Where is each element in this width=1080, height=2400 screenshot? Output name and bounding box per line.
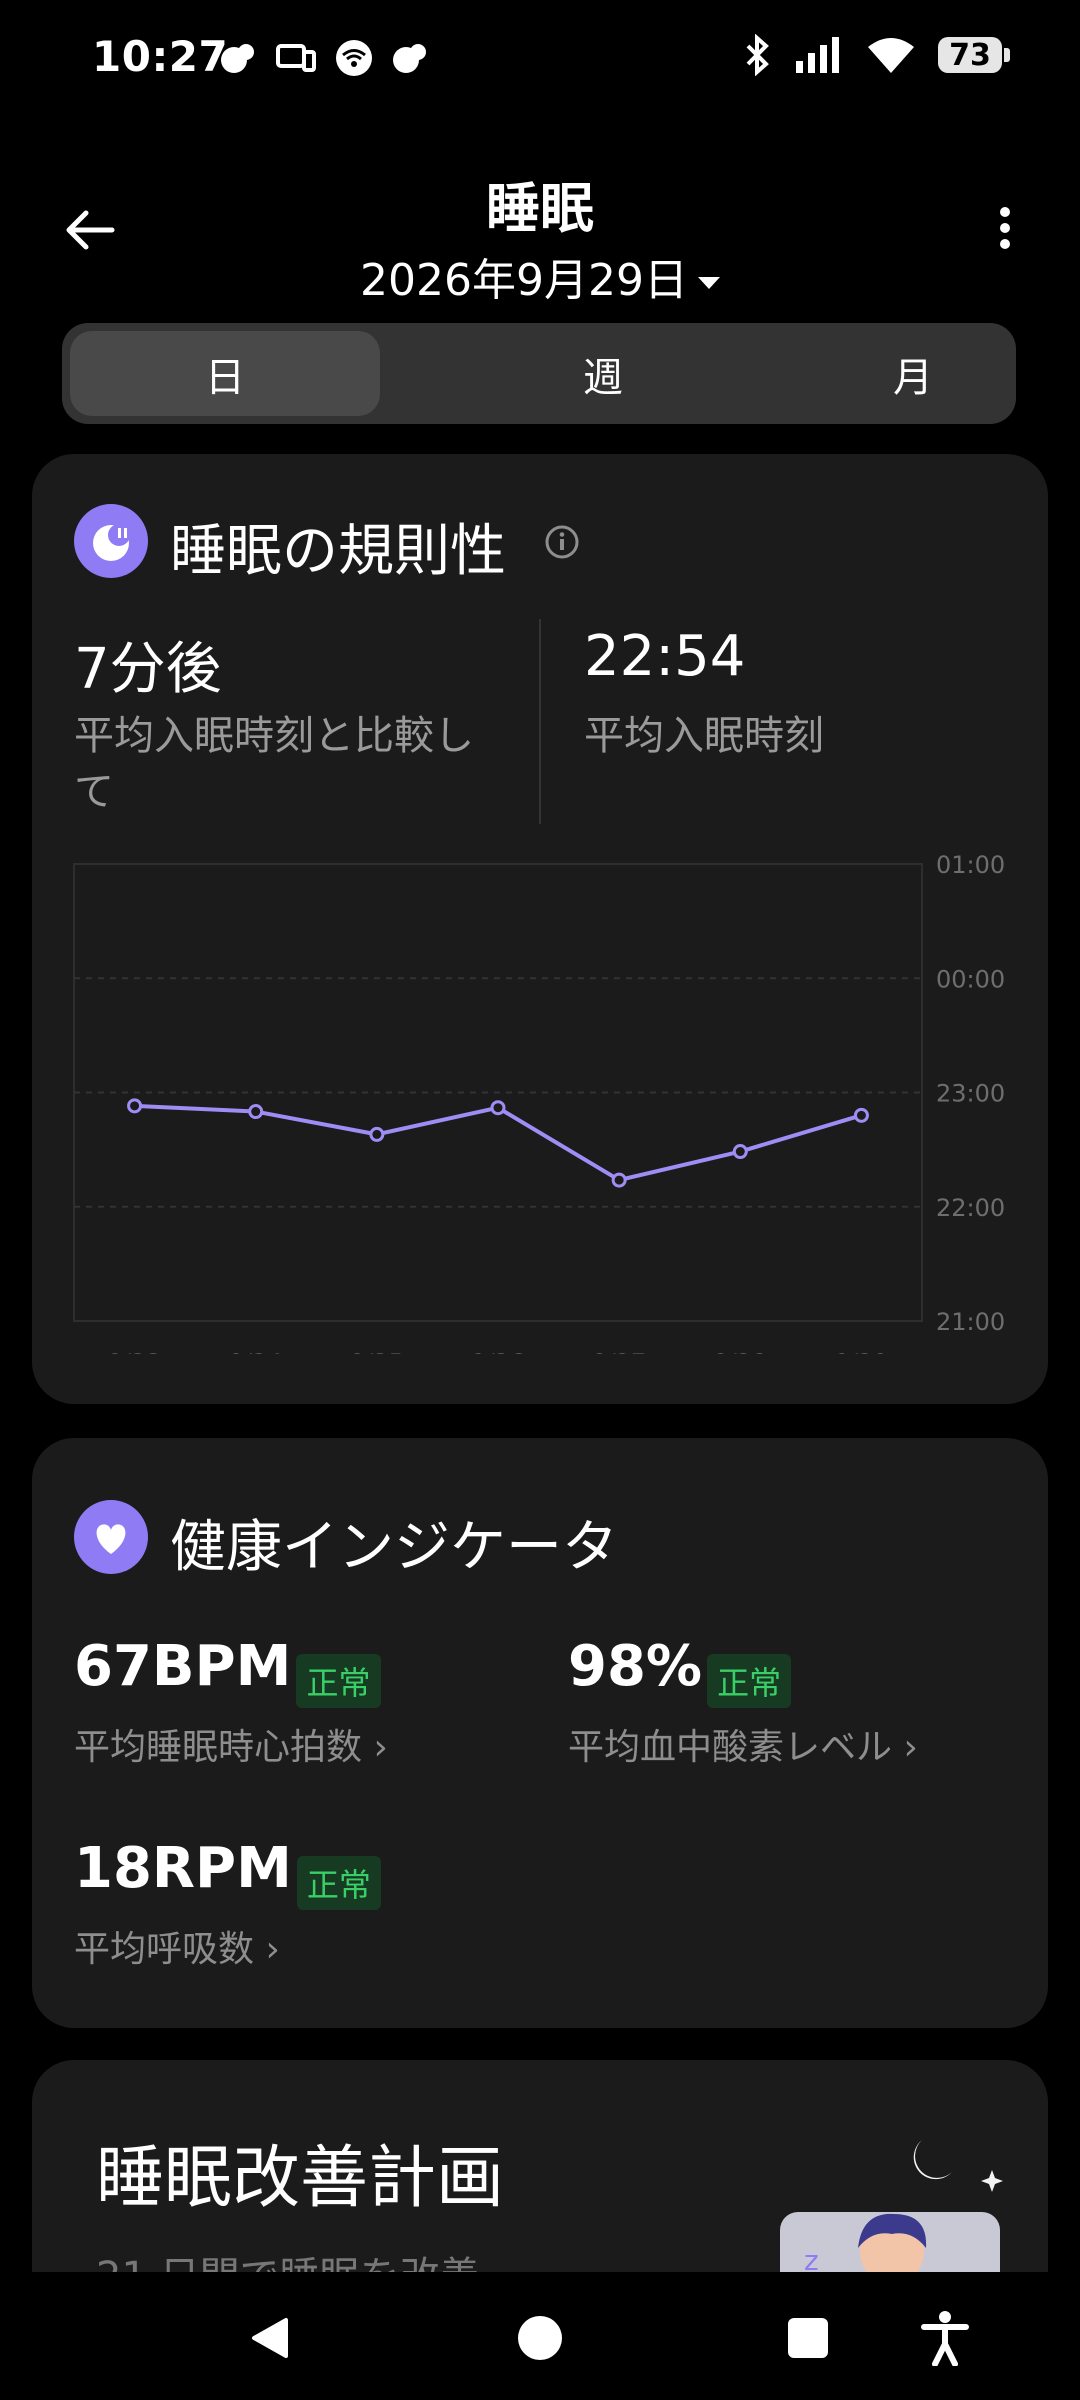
average-bedtime-value: 22:54 bbox=[584, 624, 746, 689]
sleeping-person-illustration: z bbox=[780, 2140, 1003, 2272]
data-point bbox=[369, 1126, 385, 1142]
nav-back-icon[interactable] bbox=[246, 2314, 294, 2362]
chevron-right-icon: › bbox=[254, 1928, 280, 1970]
respiration-metric[interactable]: 18RPM 正常 平均呼吸数 › bbox=[74, 1836, 381, 1972]
x-tick-label: 9/28 bbox=[713, 1349, 767, 1354]
blood-oxygen-value: 98% bbox=[568, 1634, 703, 1699]
y-tick-label: 23:00 bbox=[936, 1080, 1005, 1108]
health-icon bbox=[74, 1500, 148, 1574]
x-tick-label: 9/26 bbox=[471, 1349, 525, 1354]
signal-icon bbox=[796, 37, 839, 73]
regularity-title: 睡眠の規則性 bbox=[170, 519, 506, 584]
system-navigation-bar bbox=[0, 2272, 1080, 2400]
status-time: 10:27 bbox=[92, 32, 229, 81]
chevron-right-icon: › bbox=[362, 1726, 388, 1768]
wifi-icon bbox=[868, 38, 914, 73]
sleep-plan-subtitle: 21 日間で睡眠を改善 bbox=[96, 2244, 480, 2272]
cast-device-icon bbox=[276, 44, 316, 72]
x-tick-label: 9/23 bbox=[108, 1349, 162, 1354]
battery-indicator: 73 bbox=[938, 37, 1010, 73]
notification-app-icon bbox=[221, 44, 254, 73]
series-line bbox=[134, 1103, 863, 1183]
status-system-icons: 73 bbox=[742, 34, 1010, 76]
data-point bbox=[248, 1104, 264, 1120]
chevron-right-icon: › bbox=[892, 1726, 918, 1768]
info-icon[interactable] bbox=[544, 524, 580, 560]
y-tick-label: 22:00 bbox=[936, 1194, 1005, 1222]
heart-icon bbox=[96, 1524, 126, 1554]
health-indicators-card[interactable]: 健康インジケータ 67BPM 正常 平均睡眠時心拍数 › 98% 正常 平均血中… bbox=[32, 1438, 1048, 2028]
moon-clock-icon bbox=[93, 524, 130, 561]
accessibility-icon[interactable] bbox=[920, 2310, 970, 2366]
date-selector[interactable]: 2026年9月29日 bbox=[0, 244, 1080, 308]
svg-text:z: z bbox=[804, 2244, 819, 2272]
blood-oxygen-status-badge: 正常 bbox=[707, 1653, 792, 1708]
health-title: 健康インジケータ bbox=[170, 1515, 618, 1580]
tab-month[interactable]: 月 bbox=[758, 331, 1068, 416]
x-tick-label: 9/24 bbox=[229, 1349, 283, 1354]
bedtime-difference-value: 7分後 bbox=[74, 637, 222, 702]
bedtime-line-chart: 01:00 00:00 23:00 22:00 21:00 9/23 9/24 9/25 9/2… bbox=[73, 851, 1005, 1354]
x-tick-label: 9/25 bbox=[350, 1349, 404, 1354]
date-label: 2026年9月29日 bbox=[360, 255, 688, 306]
nav-home-icon[interactable] bbox=[516, 2314, 564, 2362]
status-notification-icons bbox=[218, 38, 430, 78]
y-tick-label: 21:00 bbox=[936, 1308, 1005, 1336]
data-point bbox=[853, 1107, 869, 1123]
tab-day[interactable]: 日 bbox=[70, 331, 380, 416]
sleep-plan-title: 睡眠改善計画 bbox=[96, 2139, 505, 2218]
data-point bbox=[490, 1100, 506, 1116]
data-point bbox=[732, 1144, 748, 1160]
average-bedtime-label: 平均入眠時刻 bbox=[584, 713, 824, 759]
heart-rate-metric[interactable]: 67BPM 正常 平均睡眠時心拍数 › bbox=[74, 1634, 388, 1770]
blood-oxygen-label: 平均血中酸素レベル bbox=[568, 1726, 893, 1768]
data-point bbox=[127, 1098, 143, 1114]
period-tabs: 日 週 月 bbox=[62, 323, 1016, 424]
page-title: 睡眠 bbox=[486, 177, 594, 240]
heart-rate-status-badge: 正常 bbox=[296, 1653, 381, 1708]
heart-rate-label: 平均睡眠時心拍数 bbox=[74, 1726, 363, 1768]
more-options-icon[interactable] bbox=[990, 198, 1020, 258]
heart-rate-value: 67BPM bbox=[74, 1634, 292, 1699]
data-point bbox=[611, 1172, 627, 1188]
bedtime-difference-label: 平均入眠時刻と比較して bbox=[74, 713, 474, 815]
nav-recents-icon[interactable] bbox=[786, 2316, 830, 2360]
caret-down-icon bbox=[697, 277, 720, 289]
x-tick-label: 9/29 bbox=[834, 1349, 888, 1354]
respiration-value: 18RPM bbox=[74, 1836, 292, 1901]
respiration-label: 平均呼吸数 bbox=[74, 1928, 255, 1970]
sleep-regularity-icon bbox=[74, 504, 148, 578]
stat-divider bbox=[539, 619, 541, 824]
sleep-plan-card[interactable]: 睡眠改善計画 21 日間で睡眠を改善 z bbox=[32, 2060, 1048, 2272]
tab-week[interactable]: 週 bbox=[448, 331, 758, 416]
battery-level: 73 bbox=[949, 37, 991, 73]
x-tick-label: 9/27 bbox=[592, 1349, 646, 1354]
y-tick-label: 01:00 bbox=[936, 851, 1005, 879]
blood-oxygen-metric[interactable]: 98% 正常 平均血中酸素レベル › bbox=[568, 1634, 918, 1770]
wifi-circle-icon bbox=[336, 40, 372, 76]
notification-app-icon-2 bbox=[393, 44, 426, 73]
y-tick-label: 00:00 bbox=[936, 965, 1005, 993]
respiration-status-badge: 正常 bbox=[296, 1855, 381, 1910]
sleep-regularity-card[interactable]: 睡眠の規則性 7分後 平均入眠時刻と比較して 22:54 平均入眠時刻 01:0… bbox=[32, 454, 1048, 1404]
bluetooth-icon bbox=[746, 34, 769, 76]
